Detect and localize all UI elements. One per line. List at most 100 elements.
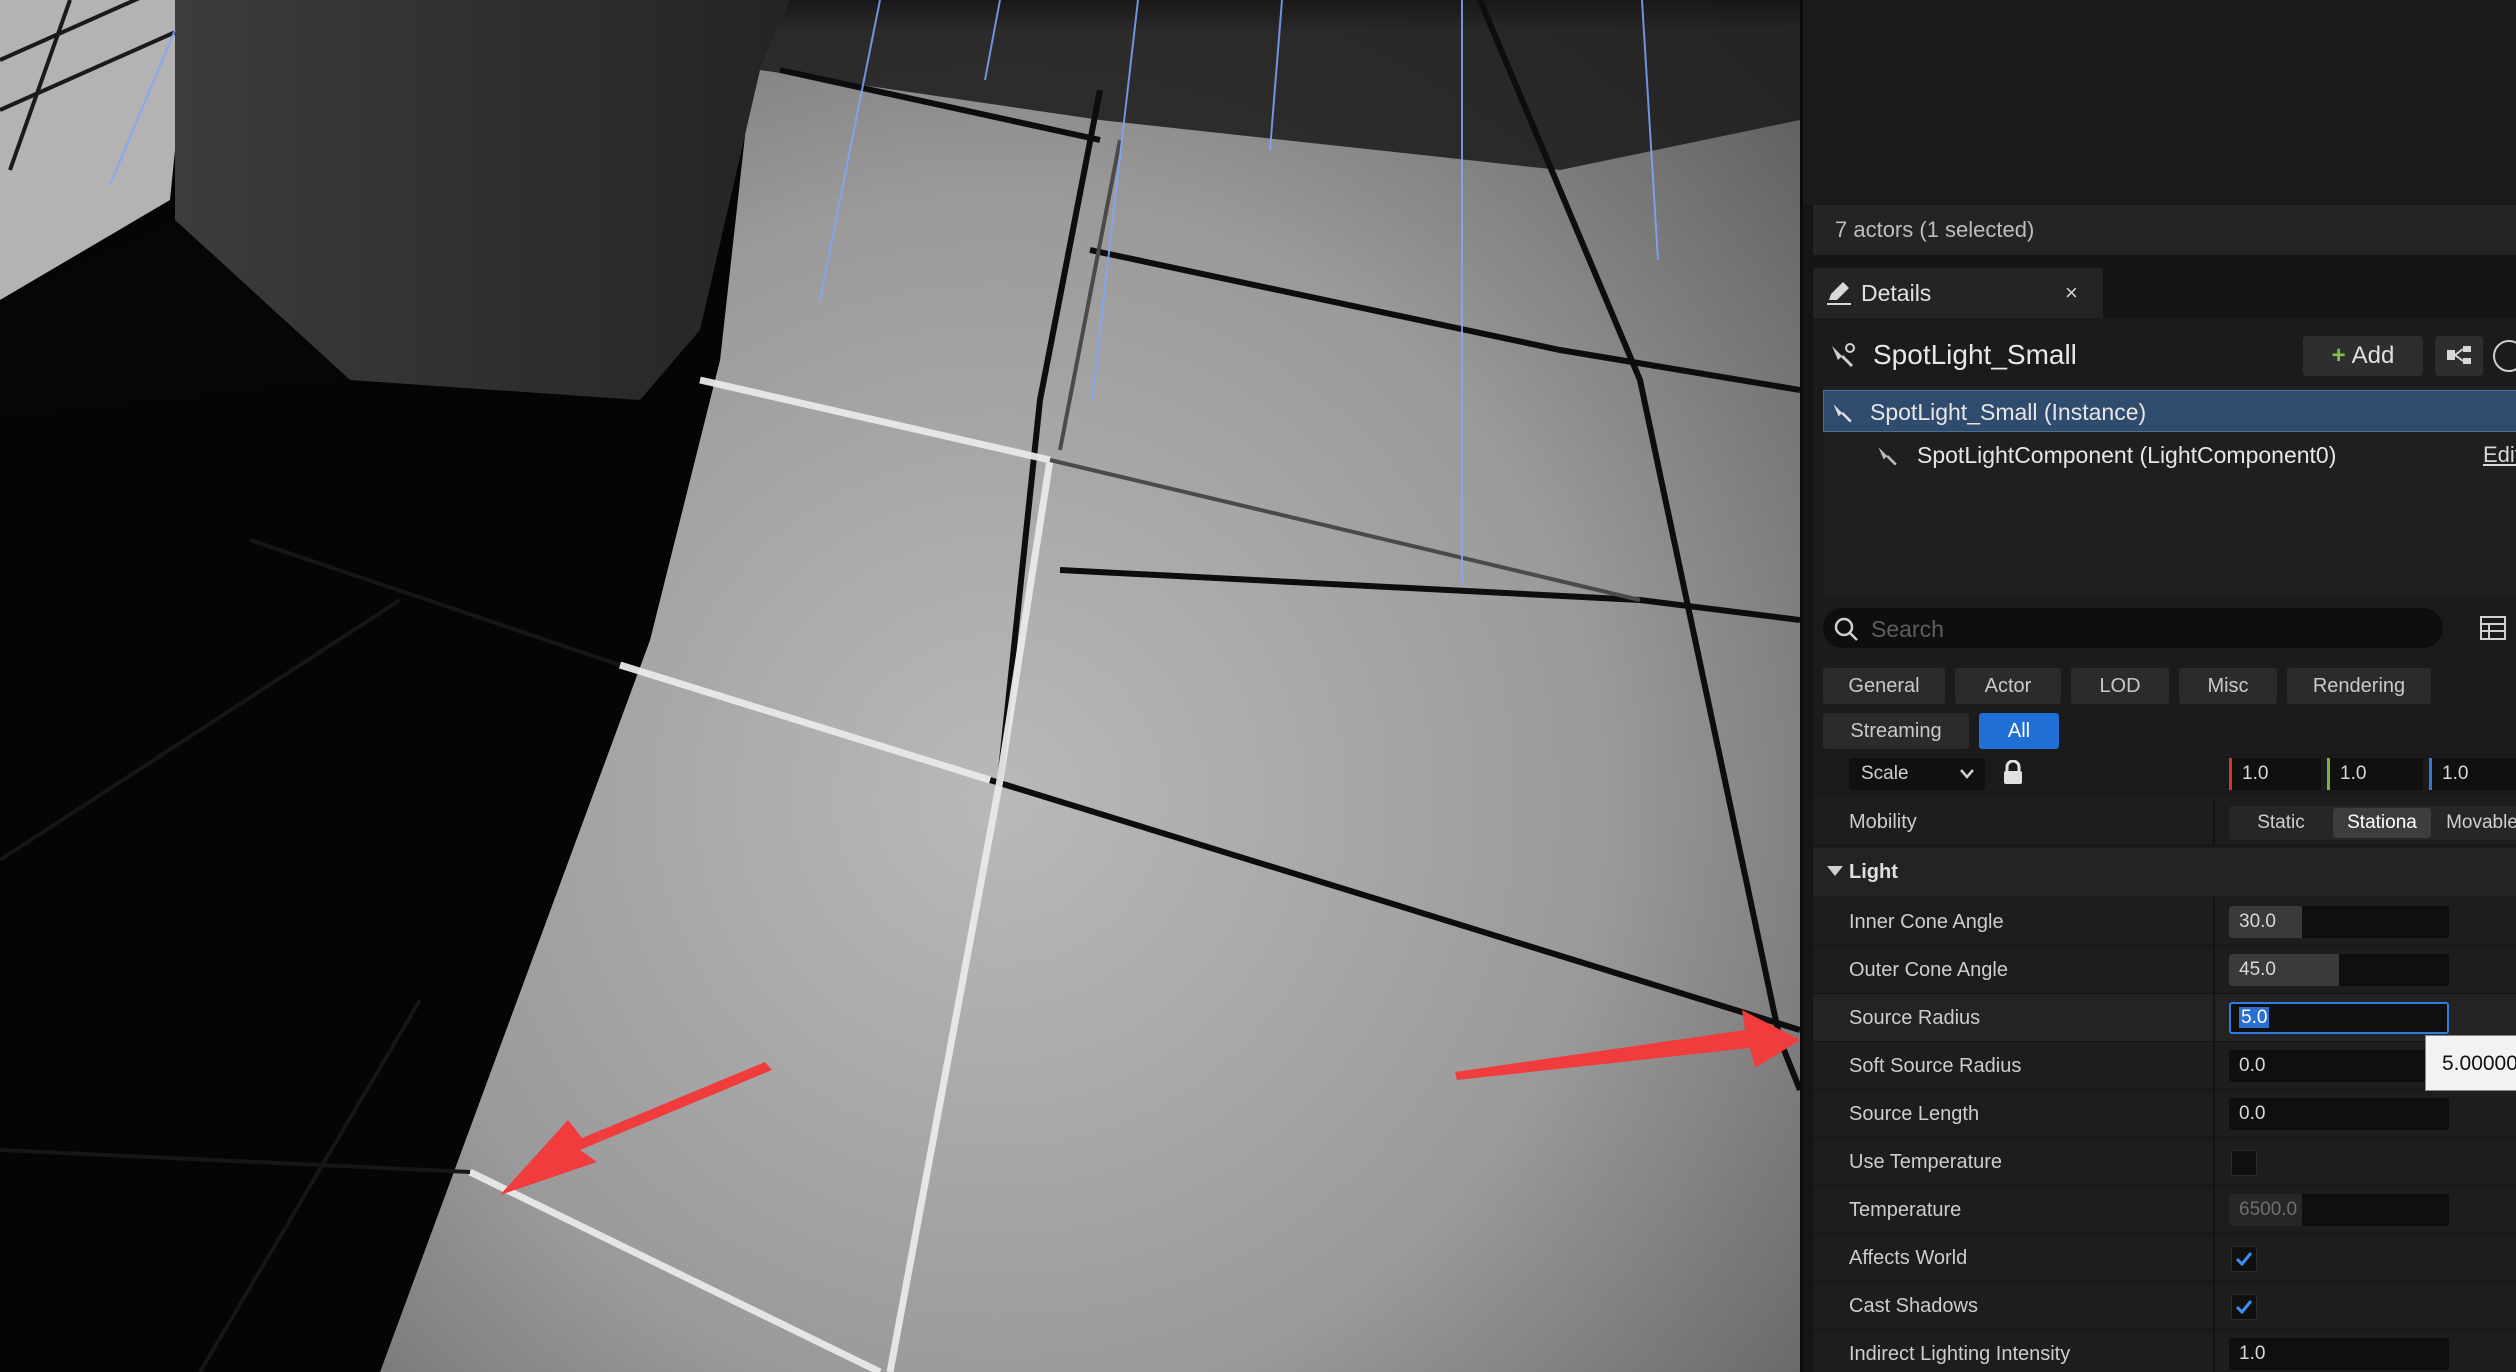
scale-z-field[interactable]: 1.0: [2429, 758, 2516, 790]
blueprint-button[interactable]: [2435, 336, 2483, 376]
edit-link[interactable]: Edit: [2483, 434, 2516, 476]
object-name: SpotLight_Small: [1873, 339, 2077, 370]
prop-outer-cone-angle: Outer Cone Angle 45.0: [1813, 946, 2516, 994]
prop-source-radius: Source Radius 5.0: [1813, 994, 2516, 1042]
mobility-label: Mobility: [1849, 811, 1917, 833]
use-temperature-checkbox[interactable]: [2231, 1150, 2257, 1176]
prop-indirect-lighting-intensity: Indirect Lighting Intensity 1.0: [1813, 1330, 2516, 1372]
mobility-stationary[interactable]: Stationa: [2333, 808, 2431, 838]
panel-top-empty: [1803, 0, 2516, 205]
help-icon[interactable]: [2493, 340, 2516, 372]
indirect-lighting-intensity-field[interactable]: 1.0: [2229, 1338, 2449, 1370]
prop-soft-source-radius: Soft Source Radius 0.0: [1813, 1042, 2516, 1090]
add-button-label: Add: [2351, 342, 2395, 369]
level-viewport[interactable]: [0, 0, 1800, 1372]
scale-x-value: 1.0: [2242, 763, 2269, 784]
temperature-field: 6500.0: [2229, 1194, 2449, 1226]
filter-streaming[interactable]: Streaming: [1823, 713, 1969, 749]
prop-value: 1.0: [2239, 1343, 2266, 1364]
prop-label: Indirect Lighting Intensity: [1849, 1343, 2071, 1365]
value-tooltip: 5.00000: [2425, 1035, 2516, 1091]
blueprint-icon: [2447, 346, 2471, 364]
object-header: SpotLight_Small + Add: [1813, 330, 2516, 380]
prop-label: Use Temperature: [1849, 1151, 2003, 1173]
scale-y-value: 1.0: [2340, 763, 2367, 784]
inner-cone-angle-field[interactable]: 30.0: [2229, 906, 2449, 938]
spotlight-icon: [1832, 343, 1855, 368]
add-component-button[interactable]: + Add: [2303, 336, 2423, 376]
tree-row-component[interactable]: SpotLightComponent (LightComponent0) Edi…: [1823, 434, 2516, 476]
scale-x-field[interactable]: 1.0: [2229, 758, 2321, 790]
tree-row-instance[interactable]: SpotLight_Small (Instance): [1823, 390, 2516, 432]
source-radius-field[interactable]: 5.0: [2229, 1002, 2449, 1034]
prop-label: Affects World: [1849, 1247, 1968, 1269]
prop-label: Inner Cone Angle: [1849, 911, 2004, 933]
filter-general[interactable]: General: [1823, 668, 1945, 704]
filter-misc[interactable]: Misc: [2179, 668, 2277, 704]
cast-shadows-checkbox[interactable]: [2231, 1294, 2257, 1320]
mobility-movable[interactable]: Movable: [2435, 808, 2516, 838]
actors-status-bar: 7 actors (1 selected): [1813, 205, 2516, 255]
source-length-field[interactable]: 0.0: [2229, 1098, 2449, 1130]
close-icon[interactable]: ×: [2065, 268, 2078, 318]
filter-rendering[interactable]: Rendering: [2287, 668, 2431, 704]
details-tab[interactable]: Details ×: [1813, 268, 2103, 318]
mobility-row: Mobility Static Stationa Movable: [1813, 798, 2516, 846]
spotlight-icon: [1878, 447, 1897, 466]
mobility-static[interactable]: Static: [2233, 808, 2329, 838]
lock-icon[interactable]: [2001, 760, 2025, 786]
filter-all[interactable]: All: [1979, 713, 2059, 749]
affects-world-checkbox[interactable]: [2231, 1246, 2257, 1272]
section-light-label: Light: [1849, 861, 1898, 883]
plus-icon: +: [2331, 342, 2346, 369]
outer-cone-angle-field[interactable]: 45.0: [2229, 954, 2449, 986]
soft-source-radius-field[interactable]: 0.0: [2229, 1050, 2449, 1082]
prop-affects-world: Affects World: [1813, 1234, 2516, 1282]
viewport-scene: [0, 0, 1800, 1372]
checkmark-icon: [2235, 1300, 2253, 1315]
spotlight-icon: [1833, 404, 1852, 423]
section-light[interactable]: Light: [1813, 848, 2516, 896]
prop-value: 6500.0: [2239, 1199, 2298, 1220]
details-tab-row: Details ×: [1813, 268, 2516, 318]
chevron-down-icon: [1960, 769, 1974, 779]
details-panel: 7 actors (1 selected) Details × SpotLigh…: [1800, 0, 2516, 1372]
prop-value: 0.0: [2239, 1055, 2266, 1076]
prop-cast-shadows: Cast Shadows: [1813, 1282, 2516, 1330]
selected-text: 5.0: [2239, 1007, 2270, 1028]
prop-source-length: Source Length 0.0: [1813, 1090, 2516, 1138]
prop-inner-cone-angle: Inner Cone Angle 30.0: [1813, 898, 2516, 946]
details-tab-label: Details: [1861, 280, 1932, 306]
scale-row: Scale 1.0 1.0 1.0: [1813, 754, 2516, 794]
details-body: SpotLight_Small + Add SpotLight_Small (I…: [1813, 318, 2516, 1372]
prop-label: Source Length: [1849, 1103, 1980, 1125]
tree-instance-label: SpotLight_Small (Instance): [1870, 399, 2147, 425]
component-tree: SpotLight_Small (Instance) SpotLightComp…: [1823, 386, 2516, 596]
prop-temperature: Temperature 6500.0: [1813, 1186, 2516, 1234]
mobility-selector: Static Stationa Movable: [2229, 806, 2516, 840]
prop-value: 30.0: [2239, 911, 2276, 932]
prop-value: 0.0: [2239, 1103, 2266, 1124]
search-box: [1823, 608, 2443, 650]
search-row: [1823, 608, 2516, 652]
prop-label: Source Radius: [1849, 1007, 1981, 1029]
filter-lod[interactable]: LOD: [2071, 668, 2169, 704]
pencil-icon: [1827, 282, 1851, 305]
tree-component-label: SpotLightComponent (LightComponent0): [1917, 442, 2337, 468]
triangle-down-icon: [1827, 866, 1843, 876]
scale-label: Scale: [1861, 763, 1909, 784]
prop-label: Soft Source Radius: [1849, 1055, 2022, 1077]
scale-z-value: 1.0: [2442, 763, 2469, 784]
search-input[interactable]: [1869, 608, 2433, 650]
prop-value: 45.0: [2239, 959, 2276, 980]
prop-label: Temperature: [1849, 1199, 1962, 1221]
prop-label: Outer Cone Angle: [1849, 959, 2008, 981]
checkmark-icon: [2235, 1252, 2253, 1267]
search-icon: [1834, 617, 1858, 641]
prop-value: 5.0: [2239, 1004, 2270, 1032]
property-matrix-icon[interactable]: [2479, 614, 2507, 642]
filter-actor[interactable]: Actor: [1955, 668, 2061, 704]
scale-dropdown[interactable]: Scale: [1849, 758, 1985, 790]
scale-y-field[interactable]: 1.0: [2327, 758, 2423, 790]
prop-use-temperature: Use Temperature: [1813, 1138, 2516, 1186]
